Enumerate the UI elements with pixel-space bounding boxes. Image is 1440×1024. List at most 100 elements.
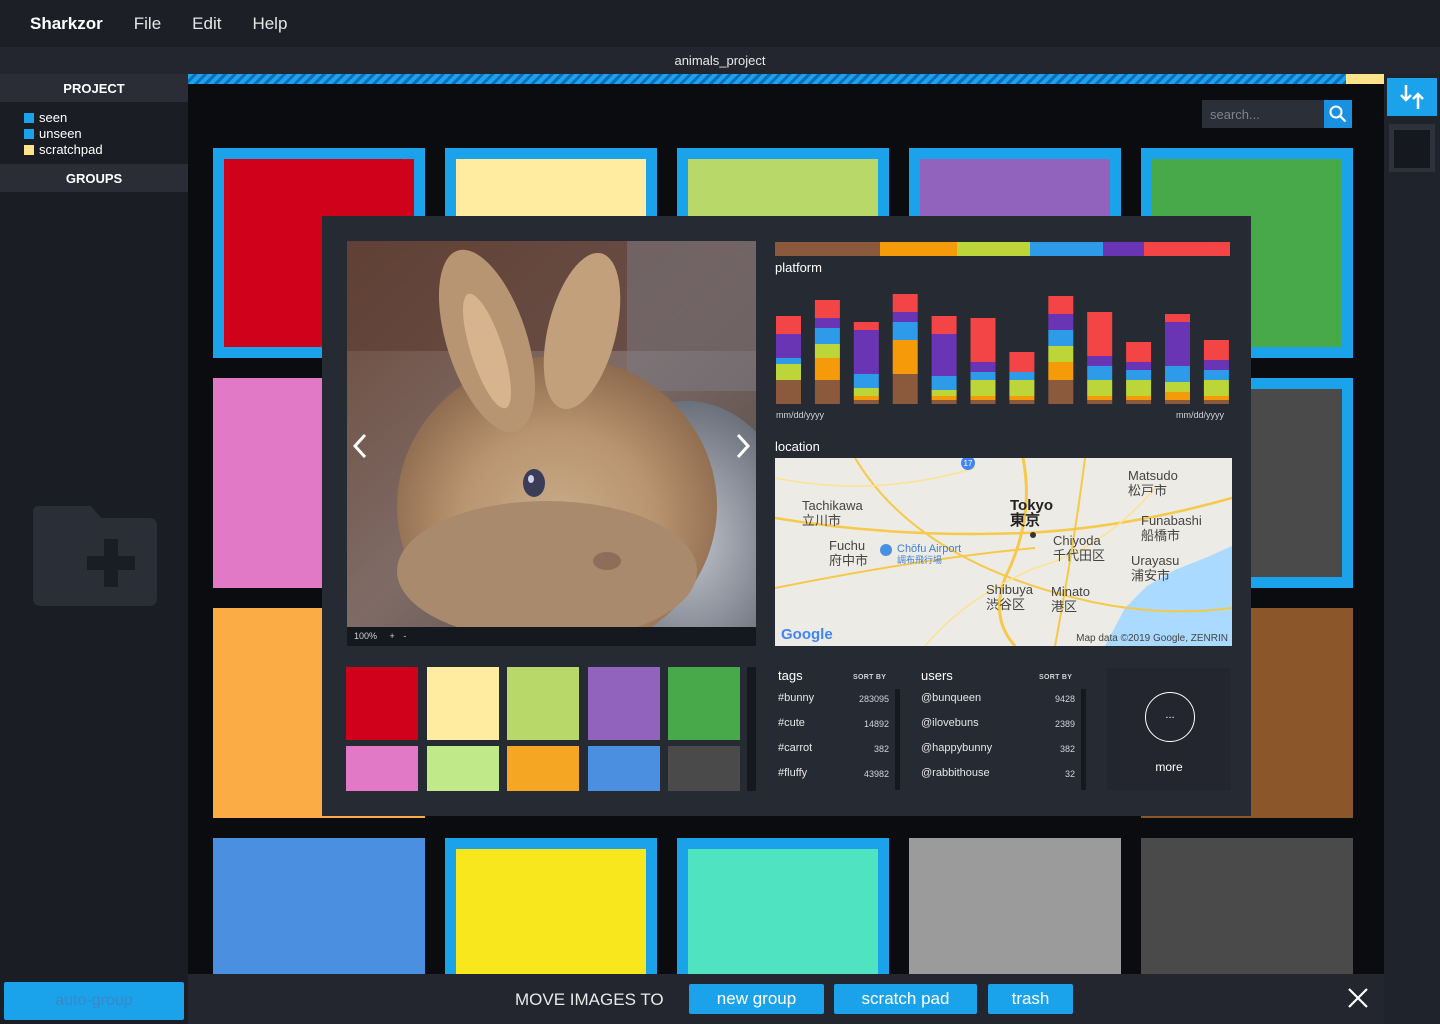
filter-unseen[interactable]: unseen [24,126,188,142]
bar-segment[interactable] [1048,296,1074,314]
color-swatch[interactable] [587,667,660,740]
color-swatch[interactable] [668,667,740,740]
bar-segment[interactable] [1087,396,1113,400]
list-item[interactable]: @ilovebuns [921,717,979,729]
bar-segment[interactable] [1165,400,1190,404]
bar-segment[interactable] [1165,392,1190,400]
bar-segment[interactable] [1165,366,1190,382]
bar-segment[interactable] [1048,362,1074,380]
bar-segment[interactable] [1087,366,1113,380]
bar-segment[interactable] [1009,396,1035,400]
color-swatch[interactable] [346,667,418,740]
bar-segment[interactable] [814,318,840,328]
zoom-in-button[interactable]: + [390,631,395,641]
new-group-button[interactable]: new group [689,984,824,1014]
swatch-scrollbar[interactable] [747,667,756,791]
bar-segment[interactable] [931,316,957,334]
bar-segment[interactable] [892,374,918,404]
bar-segment[interactable] [892,340,918,374]
bar-segment[interactable] [1126,370,1152,380]
bar-segment[interactable] [1203,400,1229,404]
zoom-out-button[interactable]: - [403,631,406,641]
bar-segment[interactable] [1087,380,1113,396]
image-tile[interactable] [909,838,1121,974]
bar-segment[interactable] [970,400,996,404]
image-tile[interactable] [445,838,657,974]
bar-segment[interactable] [931,334,957,376]
bar-segment[interactable] [1087,356,1113,366]
users-sort-button[interactable]: SORT BY [1039,674,1072,681]
scratch-pad-button[interactable]: scratch pad [834,984,977,1014]
add-folder-icon[interactable] [33,506,157,606]
bar-segment[interactable] [853,388,879,396]
menu-help[interactable]: Help [252,14,287,34]
bar-segment[interactable] [1165,314,1190,322]
bar-segment[interactable] [1203,396,1229,400]
tags-scrollbar[interactable] [895,689,900,790]
list-item[interactable]: @happybunny [921,742,992,754]
bar-segment[interactable] [1009,352,1035,372]
image-tile[interactable] [1141,838,1353,974]
bar-segment[interactable] [814,380,840,404]
bar-segment[interactable] [853,330,879,374]
color-swatch[interactable] [346,746,418,791]
next-image-icon[interactable] [733,431,753,461]
bar-segment[interactable] [931,400,957,404]
bar-segment[interactable] [1126,380,1152,396]
bar-segment[interactable] [1203,370,1229,380]
minimap-thumbnail[interactable] [1389,124,1435,172]
bar-segment[interactable] [970,362,996,372]
bar-segment[interactable] [814,300,840,318]
bar-segment[interactable] [1048,346,1074,362]
bar-segment[interactable] [1048,330,1074,346]
list-item[interactable]: @rabbithouse [921,767,990,779]
bar-segment[interactable] [1087,400,1113,404]
bar-segment[interactable] [892,294,918,312]
bar-segment[interactable] [931,396,957,400]
bar-segment[interactable] [1203,360,1229,370]
search-input[interactable] [1202,100,1324,128]
list-item[interactable]: #fluffy [778,767,807,779]
auto-group-button[interactable]: auto-group [4,982,184,1020]
tags-sort-button[interactable]: SORT BY [853,674,886,681]
bar-segment[interactable] [970,372,996,380]
bar-segment[interactable] [1203,380,1229,396]
filter-seen[interactable]: seen [24,110,188,126]
bar-segment[interactable] [814,328,840,344]
bar-segment[interactable] [853,400,879,404]
location-map[interactable]: 17 Tachikawa立川市Tokyo東京Matsudo松戸市Funabash… [775,458,1232,646]
bar-segment[interactable] [776,358,801,364]
bar-segment[interactable] [1126,342,1152,362]
color-swatch[interactable] [587,746,660,791]
bar-segment[interactable] [814,344,840,358]
image-tile[interactable] [677,838,889,974]
color-swatch[interactable] [507,667,579,740]
bar-segment[interactable] [1126,400,1152,404]
color-swatch[interactable] [426,667,499,740]
bar-segment[interactable] [776,364,801,380]
color-swatch[interactable] [507,746,579,791]
bar-segment[interactable] [1048,314,1074,330]
bar-segment[interactable] [776,316,801,334]
bar-segment[interactable] [776,380,801,404]
sort-toggle-button[interactable] [1387,78,1437,116]
bar-segment[interactable] [853,374,879,388]
trash-button[interactable]: trash [988,984,1073,1014]
close-icon[interactable] [1346,986,1370,1010]
bar-segment[interactable] [1165,382,1190,392]
bar-segment[interactable] [853,322,879,330]
list-item[interactable]: #cute [778,717,805,729]
bar-segment[interactable] [970,396,996,400]
bar-segment[interactable] [892,322,918,340]
color-swatch[interactable] [426,746,499,791]
list-item[interactable]: #carrot [778,742,812,754]
bar-segment[interactable] [1203,340,1229,360]
bar-segment[interactable] [776,334,801,358]
bar-segment[interactable] [1009,372,1035,380]
bar-segment[interactable] [892,312,918,322]
filter-scratchpad[interactable]: scratchpad [24,142,188,158]
bar-segment[interactable] [1048,380,1074,404]
image-tile[interactable] [213,838,425,974]
more-panel[interactable]: ... more [1107,668,1231,790]
menu-file[interactable]: File [134,14,161,34]
